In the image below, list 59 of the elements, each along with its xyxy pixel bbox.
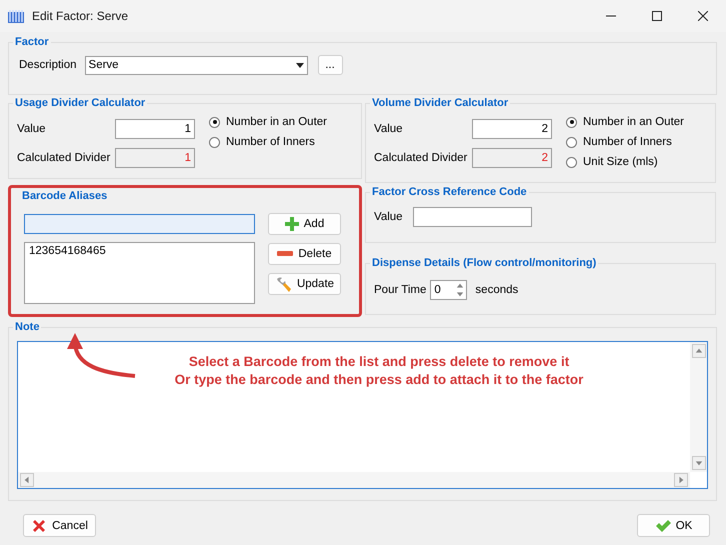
- group-title: Factor Cross Reference Code: [370, 186, 529, 198]
- annotation-text: Select a Barcode from the list and press delete to remove it: [188, 353, 570, 371]
- checkmark-icon: [654, 518, 671, 532]
- value-label: Value: [374, 123, 404, 135]
- radio-option[interactable]: Number in an Outer: [566, 116, 684, 128]
- value-label: Value: [374, 211, 403, 223]
- spin-down-icon[interactable]: [456, 290, 464, 298]
- cross-reference-field[interactable]: [412, 207, 532, 227]
- cancel-button[interactable]: Cancel: [23, 514, 96, 537]
- annotation-text: Or type the barcode and then press add to attach it to the factor: [174, 371, 584, 389]
- close-icon: [31, 518, 48, 534]
- scroll-left-icon[interactable]: [23, 476, 31, 484]
- barcode-input-field[interactable]: [24, 214, 255, 234]
- close-icon[interactable]: [698, 11, 708, 21]
- scroll-up-icon[interactable]: [694, 347, 702, 355]
- value-field[interactable]: 1: [115, 119, 195, 139]
- barcode-list[interactable]: 123654168465: [24, 242, 255, 304]
- window-title: Edit Factor: Serve: [32, 9, 130, 23]
- barcode-list-item[interactable]: 123654168465: [29, 245, 250, 257]
- pour-time-spinner[interactable]: 0: [430, 280, 468, 300]
- wrench-icon: [274, 276, 292, 292]
- group-title: Usage Divider Calculator: [13, 97, 148, 109]
- seconds-label: seconds: [475, 284, 518, 296]
- dropdown-caret-icon: [296, 62, 304, 68]
- radio-option[interactable]: Number in an Outer: [209, 116, 327, 128]
- minus-icon: [277, 251, 294, 257]
- maximize-icon[interactable]: [652, 11, 662, 21]
- dropdown-value: Serve: [88, 59, 119, 71]
- delete-button[interactable]: Delete: [268, 243, 341, 265]
- calculated-divider-label: Calculated Divider: [17, 152, 109, 164]
- group-title: Dispense Details (Flow control/monitoring): [370, 257, 598, 269]
- spinner-value: 0: [434, 284, 441, 296]
- group-title: Note: [13, 321, 42, 333]
- calculated-divider-label: Calculated Divider: [374, 152, 466, 164]
- calculated-divider-field[interactable]: 1: [115, 148, 195, 168]
- radio-option[interactable]: Number of Inners: [209, 136, 327, 148]
- note-text-area[interactable]: [17, 341, 708, 489]
- more-button[interactable]: ...: [318, 55, 343, 75]
- scroll-down-icon[interactable]: [694, 459, 702, 467]
- value-field[interactable]: 2: [472, 119, 552, 139]
- pour-time-label: Pour Time: [374, 284, 426, 296]
- group-title: Barcode Aliases: [21, 190, 108, 202]
- radio-option[interactable]: Unit Size (mls): [566, 156, 684, 168]
- group-title: Volume Divider Calculator: [370, 97, 510, 109]
- description-label: Description: [19, 59, 77, 71]
- vertical-scrollbar[interactable]: [690, 342, 707, 472]
- description-dropdown[interactable]: Serve: [84, 56, 308, 74]
- value-label: Value: [17, 123, 47, 135]
- horizontal-scrollbar[interactable]: [18, 472, 690, 488]
- app-icon: [8, 9, 24, 23]
- calculated-divider-field[interactable]: 2: [472, 148, 552, 168]
- spin-up-icon[interactable]: [456, 282, 464, 290]
- ok-button[interactable]: OK: [637, 514, 710, 537]
- add-button[interactable]: Add: [268, 213, 341, 235]
- radio-option[interactable]: Number of Inners: [566, 136, 684, 148]
- group-title: Factor: [13, 36, 51, 48]
- update-button[interactable]: Update: [268, 273, 341, 295]
- plus-icon: [284, 217, 299, 231]
- scroll-right-icon[interactable]: [677, 476, 685, 484]
